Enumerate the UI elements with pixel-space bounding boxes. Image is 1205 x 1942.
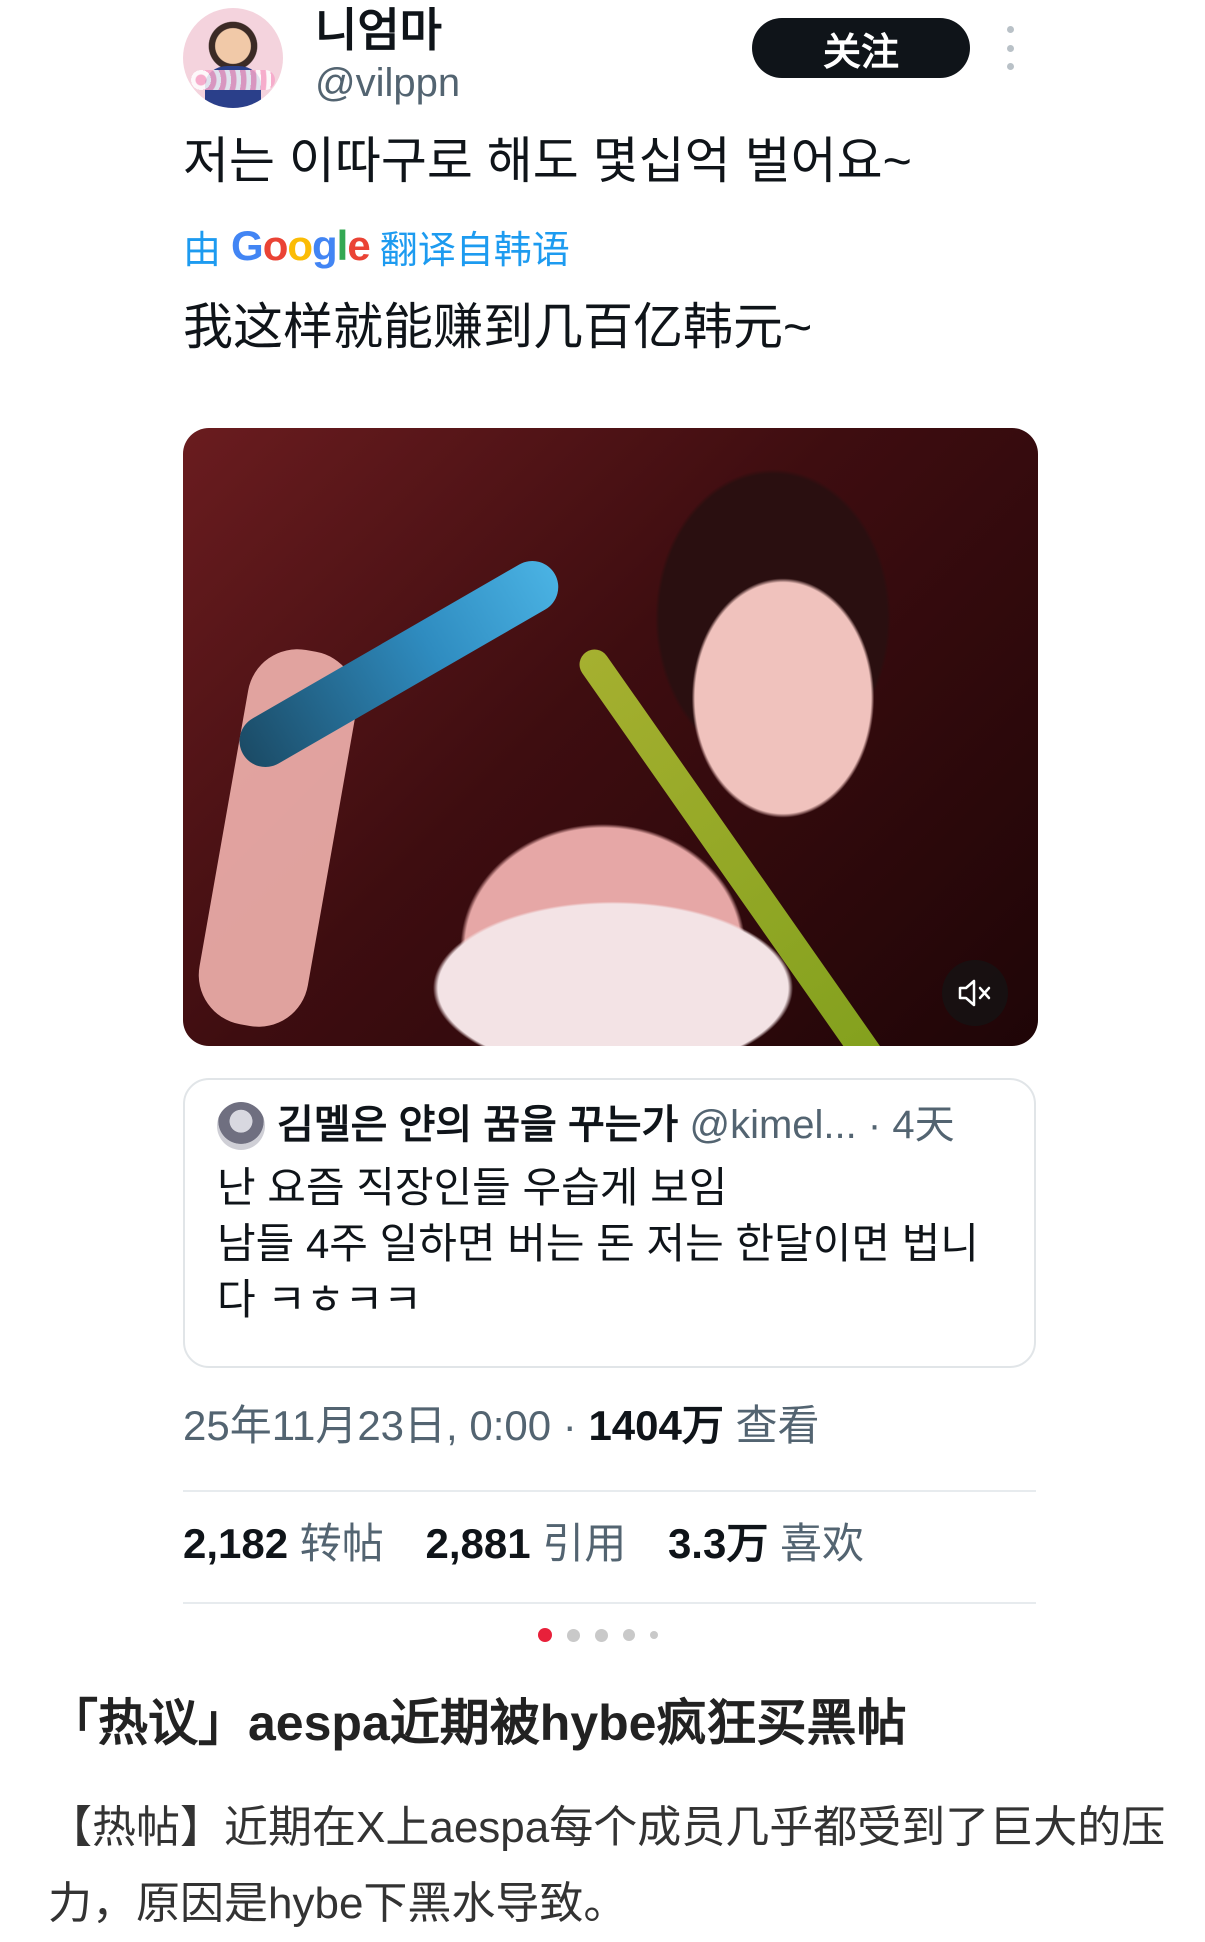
quote-line: 다 ㅋㅎㅋㅋ [217,1276,422,1323]
quote-text: 난 요즘 직장인들 우습게 보임 남들 4주 일하면 버는 돈 저는 한달이면 … [217,1160,1017,1328]
carousel-dot[interactable] [595,1628,608,1642]
quoted-tweet[interactable]: 김멜은 얀의 꿈을 꾸는가 @kimel... · 4天 난 요즘 직장인들 우… [183,1078,1036,1368]
carousel-dot[interactable] [567,1628,580,1642]
follow-button[interactable]: 关注 [752,18,970,78]
quote-line: 남들 4주 일하면 버는 돈 저는 한달이면 법니 [217,1220,979,1267]
carousel-indicator[interactable] [538,1628,658,1642]
avatar[interactable] [183,8,283,108]
more-vertical-icon[interactable] [1000,26,1020,70]
quotes-stat[interactable]: 2,881 引用 [425,1520,626,1567]
divider [183,1490,1036,1492]
quote-line: 난 요즘 직장인들 우습게 보임 [217,1164,728,1211]
carousel-dot[interactable] [623,1629,635,1641]
carousel-dot[interactable] [538,1628,552,1642]
translation-suffix: 翻译自韩语 [379,229,570,272]
user-handle[interactable]: @vilppn [315,58,460,108]
divider [183,1602,1036,1604]
translation-prefix: 由 [183,229,222,272]
article-title: 「热议」aespa近期被hybe疯狂买黑帖 [48,1695,907,1751]
quote-header: 김멜은 얀의 꿈을 꾸는가 @kimel... · 4天 [277,1096,955,1154]
video-player[interactable] [183,428,1038,1046]
speaker-muted-icon[interactable] [942,960,1008,1026]
engagement-stats: 2,182 转帖 2,881 引用 3.3万 喜欢 [183,1512,864,1576]
article-body: 【热帖】近期在X上aespa每个成员几乎都受到了巨大的压力，原因是hybe下黑水… [48,1803,1166,1928]
likes-stat[interactable]: 3.3万 喜欢 [668,1520,864,1567]
google-logo: Google [231,222,371,269]
views-label: 查看 [723,1402,820,1449]
retweets-stat[interactable]: 2,182 转帖 [183,1520,384,1567]
post-meta: 25年11月23日, 0:00 · 1404万 查看 [183,1398,820,1454]
post-date[interactable]: 25年11月23日, 0:00 · [183,1402,588,1449]
quote-display-name[interactable]: 김멜은 얀의 꿈을 꾸는가 [277,1103,678,1147]
translated-text: 我这样就能赚到几百亿韩元~ [183,299,813,355]
quote-handle[interactable]: @kimel... [689,1103,856,1147]
tweet-text: 저는 이따구로 해도 몇십억 벌어요~ [183,133,912,189]
translation-attribution[interactable]: 由 Google 翻译自韩语 [183,218,570,274]
view-count: 1404万 [588,1402,724,1449]
carousel-dot[interactable] [650,1631,658,1639]
display-name[interactable]: 니엄마 [315,2,442,58]
quote-timestamp: · 4天 [867,1103,955,1147]
quote-avatar[interactable] [217,1102,265,1150]
